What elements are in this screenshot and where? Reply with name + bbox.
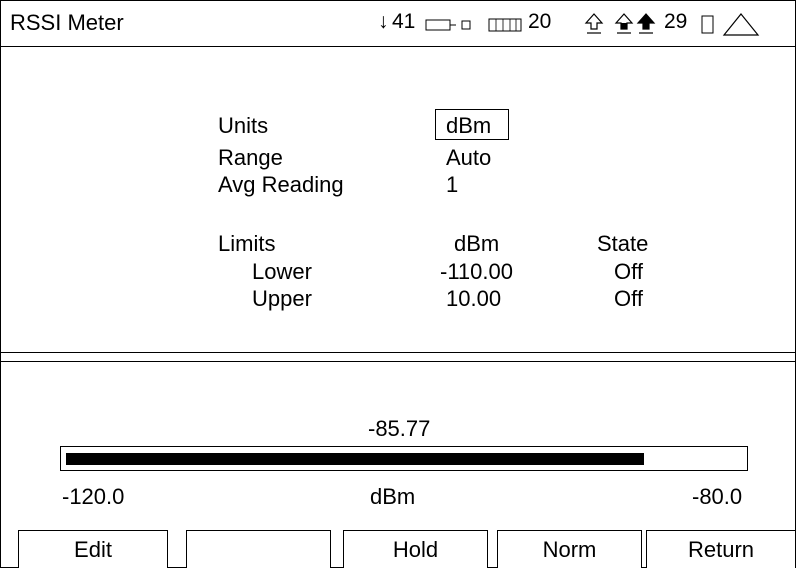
empty-box-icon <box>701 15 714 34</box>
signal-count: 41 <box>392 10 416 33</box>
upper-limit-state[interactable]: Off <box>614 286 643 312</box>
window-frame <box>0 0 796 568</box>
connector-icon <box>425 19 471 31</box>
up-arrow-outline-icon <box>584 13 604 34</box>
meter-min-label: -120.0 <box>62 484 125 509</box>
upper-limit-value[interactable]: 10.00 <box>446 286 501 312</box>
divider-bottom <box>0 361 796 362</box>
meter-max-label: -80.0 <box>692 484 743 509</box>
limits-state-header: State <box>597 231 649 256</box>
last-count: 29 <box>664 10 688 33</box>
norm-softkey[interactable]: Norm <box>497 530 642 568</box>
lower-limit-state[interactable]: Off <box>614 259 643 285</box>
up-arrow-half-icon <box>614 13 634 34</box>
avg-reading-value[interactable]: 1 <box>446 172 458 198</box>
limits-heading: Limits <box>218 231 276 256</box>
edit-softkey[interactable]: Edit <box>18 530 168 568</box>
down-arrow-icon: ↓ <box>378 10 389 33</box>
avg-reading-label: Avg Reading <box>218 172 344 197</box>
meter-unit-label: dBm <box>370 484 416 509</box>
limits-units-header: dBm <box>454 231 500 256</box>
up-arrow-filled-icon <box>636 13 656 34</box>
range-label: Range <box>218 145 283 170</box>
rssi-bar <box>60 446 748 471</box>
channel-count: 20 <box>528 10 552 33</box>
battery-icon <box>488 18 522 32</box>
title-bar: RSSI Meter ↓ 41 20 29 <box>0 0 796 47</box>
divider-top <box>0 352 796 353</box>
lower-limit-value[interactable]: -110.00 <box>440 259 513 285</box>
lower-limit-label: Lower <box>252 259 312 284</box>
rssi-bar-fill <box>66 453 644 465</box>
units-label: Units <box>218 113 269 138</box>
units-value[interactable]: dBm <box>446 113 491 139</box>
blank-softkey[interactable] <box>186 530 331 568</box>
warning-triangle-icon <box>722 13 760 36</box>
meter-reading: -85.77 <box>368 416 431 441</box>
range-value[interactable]: Auto <box>446 145 491 171</box>
upper-limit-label: Upper <box>252 286 312 311</box>
page-title: RSSI Meter <box>10 10 124 35</box>
hold-softkey[interactable]: Hold <box>343 530 488 568</box>
return-softkey[interactable]: Return <box>646 530 796 568</box>
